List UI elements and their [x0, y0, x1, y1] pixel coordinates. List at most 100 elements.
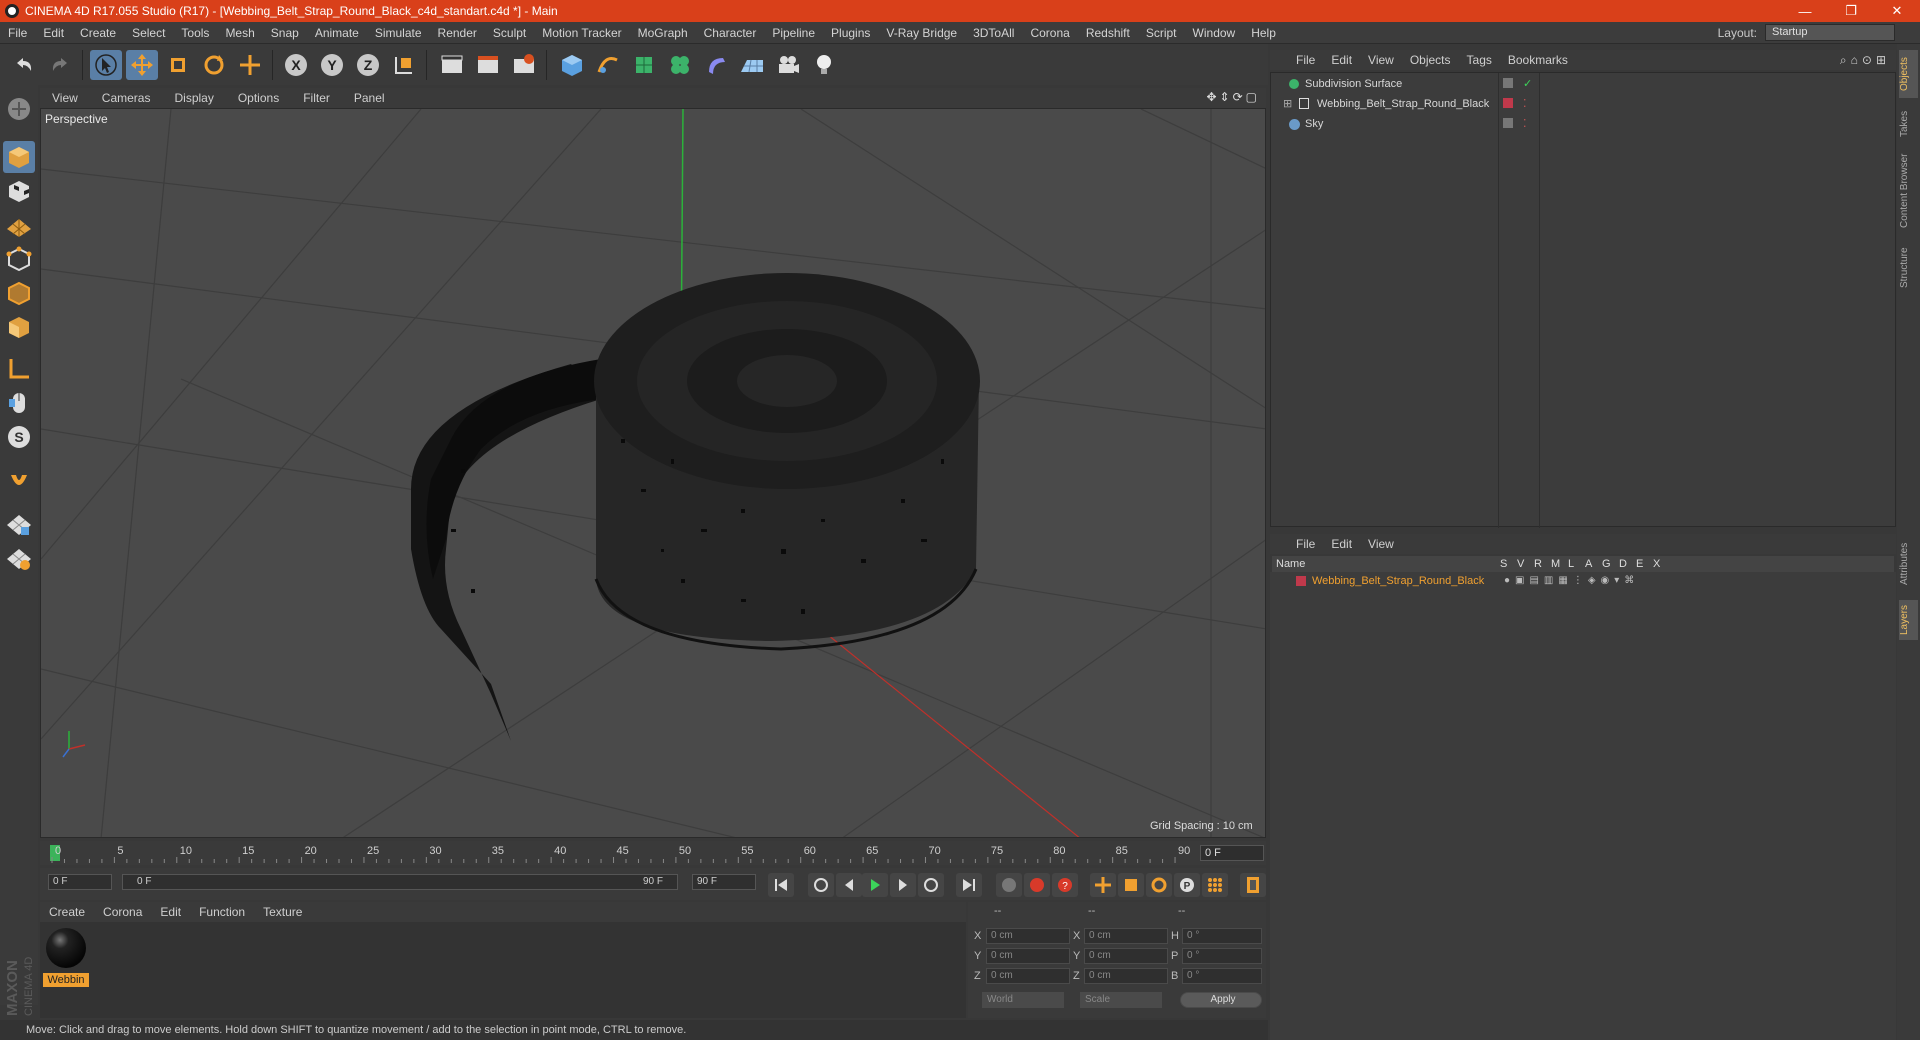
coordinate-system-icon[interactable]: [388, 50, 420, 80]
render-view-icon[interactable]: [436, 50, 468, 80]
material-menu-edit[interactable]: Edit: [151, 905, 190, 919]
object-manager-nav-icons[interactable]: ⌕⌂⊙⊞: [1840, 53, 1890, 68]
floor-icon[interactable]: [736, 50, 768, 80]
record-keys-icon[interactable]: [996, 873, 1022, 897]
viewport-menu-cameras[interactable]: Cameras: [90, 91, 163, 105]
menu-corona[interactable]: Corona: [1022, 26, 1077, 40]
autokey-icon[interactable]: [1024, 873, 1050, 897]
y-axis-icon[interactable]: Y: [316, 50, 348, 80]
workplane-icon[interactable]: [3, 209, 35, 241]
keyframe-selection-icon[interactable]: ?: [1052, 873, 1078, 897]
viewport-menu-view[interactable]: View: [40, 91, 90, 105]
select-arrow-icon[interactable]: [90, 50, 122, 80]
column-deformers[interactable]: D: [1619, 556, 1627, 572]
frame-range-slider[interactable]: 0 F 90 F: [122, 874, 678, 890]
end-frame-field[interactable]: 90 F: [692, 874, 756, 890]
objects-menu-bookmarks[interactable]: Bookmarks: [1500, 53, 1576, 67]
maximize-button[interactable]: ❐: [1828, 0, 1874, 22]
tweak-mode-icon[interactable]: [3, 387, 35, 419]
subdivision-icon[interactable]: [628, 50, 660, 80]
layers-menu-file[interactable]: File: [1288, 537, 1323, 551]
redo-icon[interactable]: [44, 50, 76, 80]
menu-character[interactable]: Character: [696, 26, 765, 40]
viewport-menu-panel[interactable]: Panel: [342, 91, 397, 105]
tab-layers[interactable]: Layers: [1899, 600, 1918, 640]
rotation-p-field[interactable]: 0 °: [1182, 948, 1262, 964]
column-animation[interactable]: A: [1585, 556, 1592, 572]
object-row-sky[interactable]: Sky ⁚: [1271, 115, 1897, 133]
pen-spline-icon[interactable]: [592, 50, 624, 80]
objects-menu-view[interactable]: View: [1360, 53, 1402, 67]
column-solo[interactable]: S: [1500, 556, 1507, 572]
menu-plugins[interactable]: Plugins: [823, 26, 878, 40]
size-x-field[interactable]: 0 cm: [1084, 928, 1168, 944]
start-frame-field[interactable]: 0 F: [48, 874, 112, 890]
rotation-b-field[interactable]: 0 °: [1182, 968, 1262, 984]
objects-menu-file[interactable]: File: [1288, 53, 1323, 67]
next-keyframe-icon[interactable]: [918, 873, 944, 897]
points-mode-icon[interactable]: [3, 243, 35, 275]
material-menu-function[interactable]: Function: [190, 905, 254, 919]
visibility-dots-icon[interactable]: ⁚: [1523, 95, 1527, 113]
next-frame-icon[interactable]: [890, 873, 916, 897]
coordinate-mode-select[interactable]: World: [982, 992, 1064, 1008]
editor-visibility-icon[interactable]: [1503, 78, 1513, 88]
menu-mesh[interactable]: Mesh: [217, 26, 262, 40]
column-expressions[interactable]: E: [1636, 556, 1643, 572]
key-rotation-icon[interactable]: [1146, 873, 1172, 897]
edit-render-settings-icon[interactable]: [508, 50, 540, 80]
key-position-icon[interactable]: [1090, 873, 1116, 897]
material-swatch[interactable]: Webbin: [43, 926, 89, 988]
undo-icon[interactable]: [8, 50, 40, 80]
move-icon[interactable]: [126, 50, 158, 80]
model-mode-icon[interactable]: [3, 141, 35, 173]
visibility-dots-icon[interactable]: ⁚: [1523, 115, 1527, 133]
material-menu-create[interactable]: Create: [40, 905, 94, 919]
menu-sculpt[interactable]: Sculpt: [485, 26, 534, 40]
tab-takes[interactable]: Takes: [1899, 104, 1918, 144]
tab-objects[interactable]: Objects: [1899, 50, 1918, 98]
object-row-webbing[interactable]: ⊞ Webbing_Belt_Strap_Round_Black ⁚: [1271, 95, 1897, 113]
column-manager[interactable]: M: [1551, 556, 1560, 572]
layers-menu-view[interactable]: View: [1360, 537, 1402, 551]
menu-window[interactable]: Window: [1185, 26, 1244, 40]
expand-icon[interactable]: ⊞: [1283, 95, 1292, 113]
object-row-subdivision[interactable]: Subdivision Surface ✓: [1271, 75, 1897, 93]
light-icon[interactable]: [808, 50, 840, 80]
timeline-ruler[interactable]: 0 5 10 15 20 25 30 35 40 45 50 55 60 65 70 75 80 85 90: [40, 841, 1266, 865]
previous-keyframe-icon[interactable]: [808, 873, 834, 897]
menu-3dtoall[interactable]: 3DToAll: [965, 26, 1022, 40]
snapping-icon[interactable]: S: [3, 421, 35, 453]
size-z-field[interactable]: 0 cm: [1084, 968, 1168, 984]
go-to-end-icon[interactable]: [956, 873, 982, 897]
layer-color-icon[interactable]: [1503, 98, 1513, 108]
scale-icon[interactable]: [162, 50, 194, 80]
locked-workplane-icon[interactable]: [3, 509, 35, 541]
tab-attributes[interactable]: Attributes: [1899, 534, 1918, 594]
key-pla-icon[interactable]: [1202, 873, 1228, 897]
size-mode-select[interactable]: Scale: [1080, 992, 1162, 1008]
tab-structure[interactable]: Structure: [1899, 240, 1918, 296]
close-button[interactable]: ✕: [1874, 0, 1920, 22]
menu-vray-bridge[interactable]: V-Ray Bridge: [878, 26, 965, 40]
viewport-3d[interactable]: [40, 108, 1266, 838]
column-render[interactable]: R: [1534, 556, 1542, 572]
menu-select[interactable]: Select: [124, 26, 173, 40]
column-name[interactable]: Name: [1276, 556, 1305, 572]
column-generators[interactable]: G: [1602, 556, 1611, 572]
position-z-field[interactable]: 0 cm: [986, 968, 1070, 984]
key-parameter-icon[interactable]: P: [1174, 873, 1200, 897]
z-axis-icon[interactable]: Z: [352, 50, 384, 80]
objects-menu-edit[interactable]: Edit: [1323, 53, 1360, 67]
transform-icon[interactable]: [234, 50, 266, 80]
play-icon[interactable]: [862, 873, 888, 897]
menu-snap[interactable]: Snap: [263, 26, 307, 40]
menu-animate[interactable]: Animate: [307, 26, 367, 40]
rotation-h-field[interactable]: 0 °: [1182, 928, 1262, 944]
menu-script[interactable]: Script: [1138, 26, 1185, 40]
menu-create[interactable]: Create: [72, 26, 124, 40]
material-menu-texture[interactable]: Texture: [254, 905, 311, 919]
texture-mode-icon[interactable]: [3, 175, 35, 207]
key-scale-icon[interactable]: [1118, 873, 1144, 897]
enabled-check-icon[interactable]: ✓: [1523, 75, 1532, 93]
